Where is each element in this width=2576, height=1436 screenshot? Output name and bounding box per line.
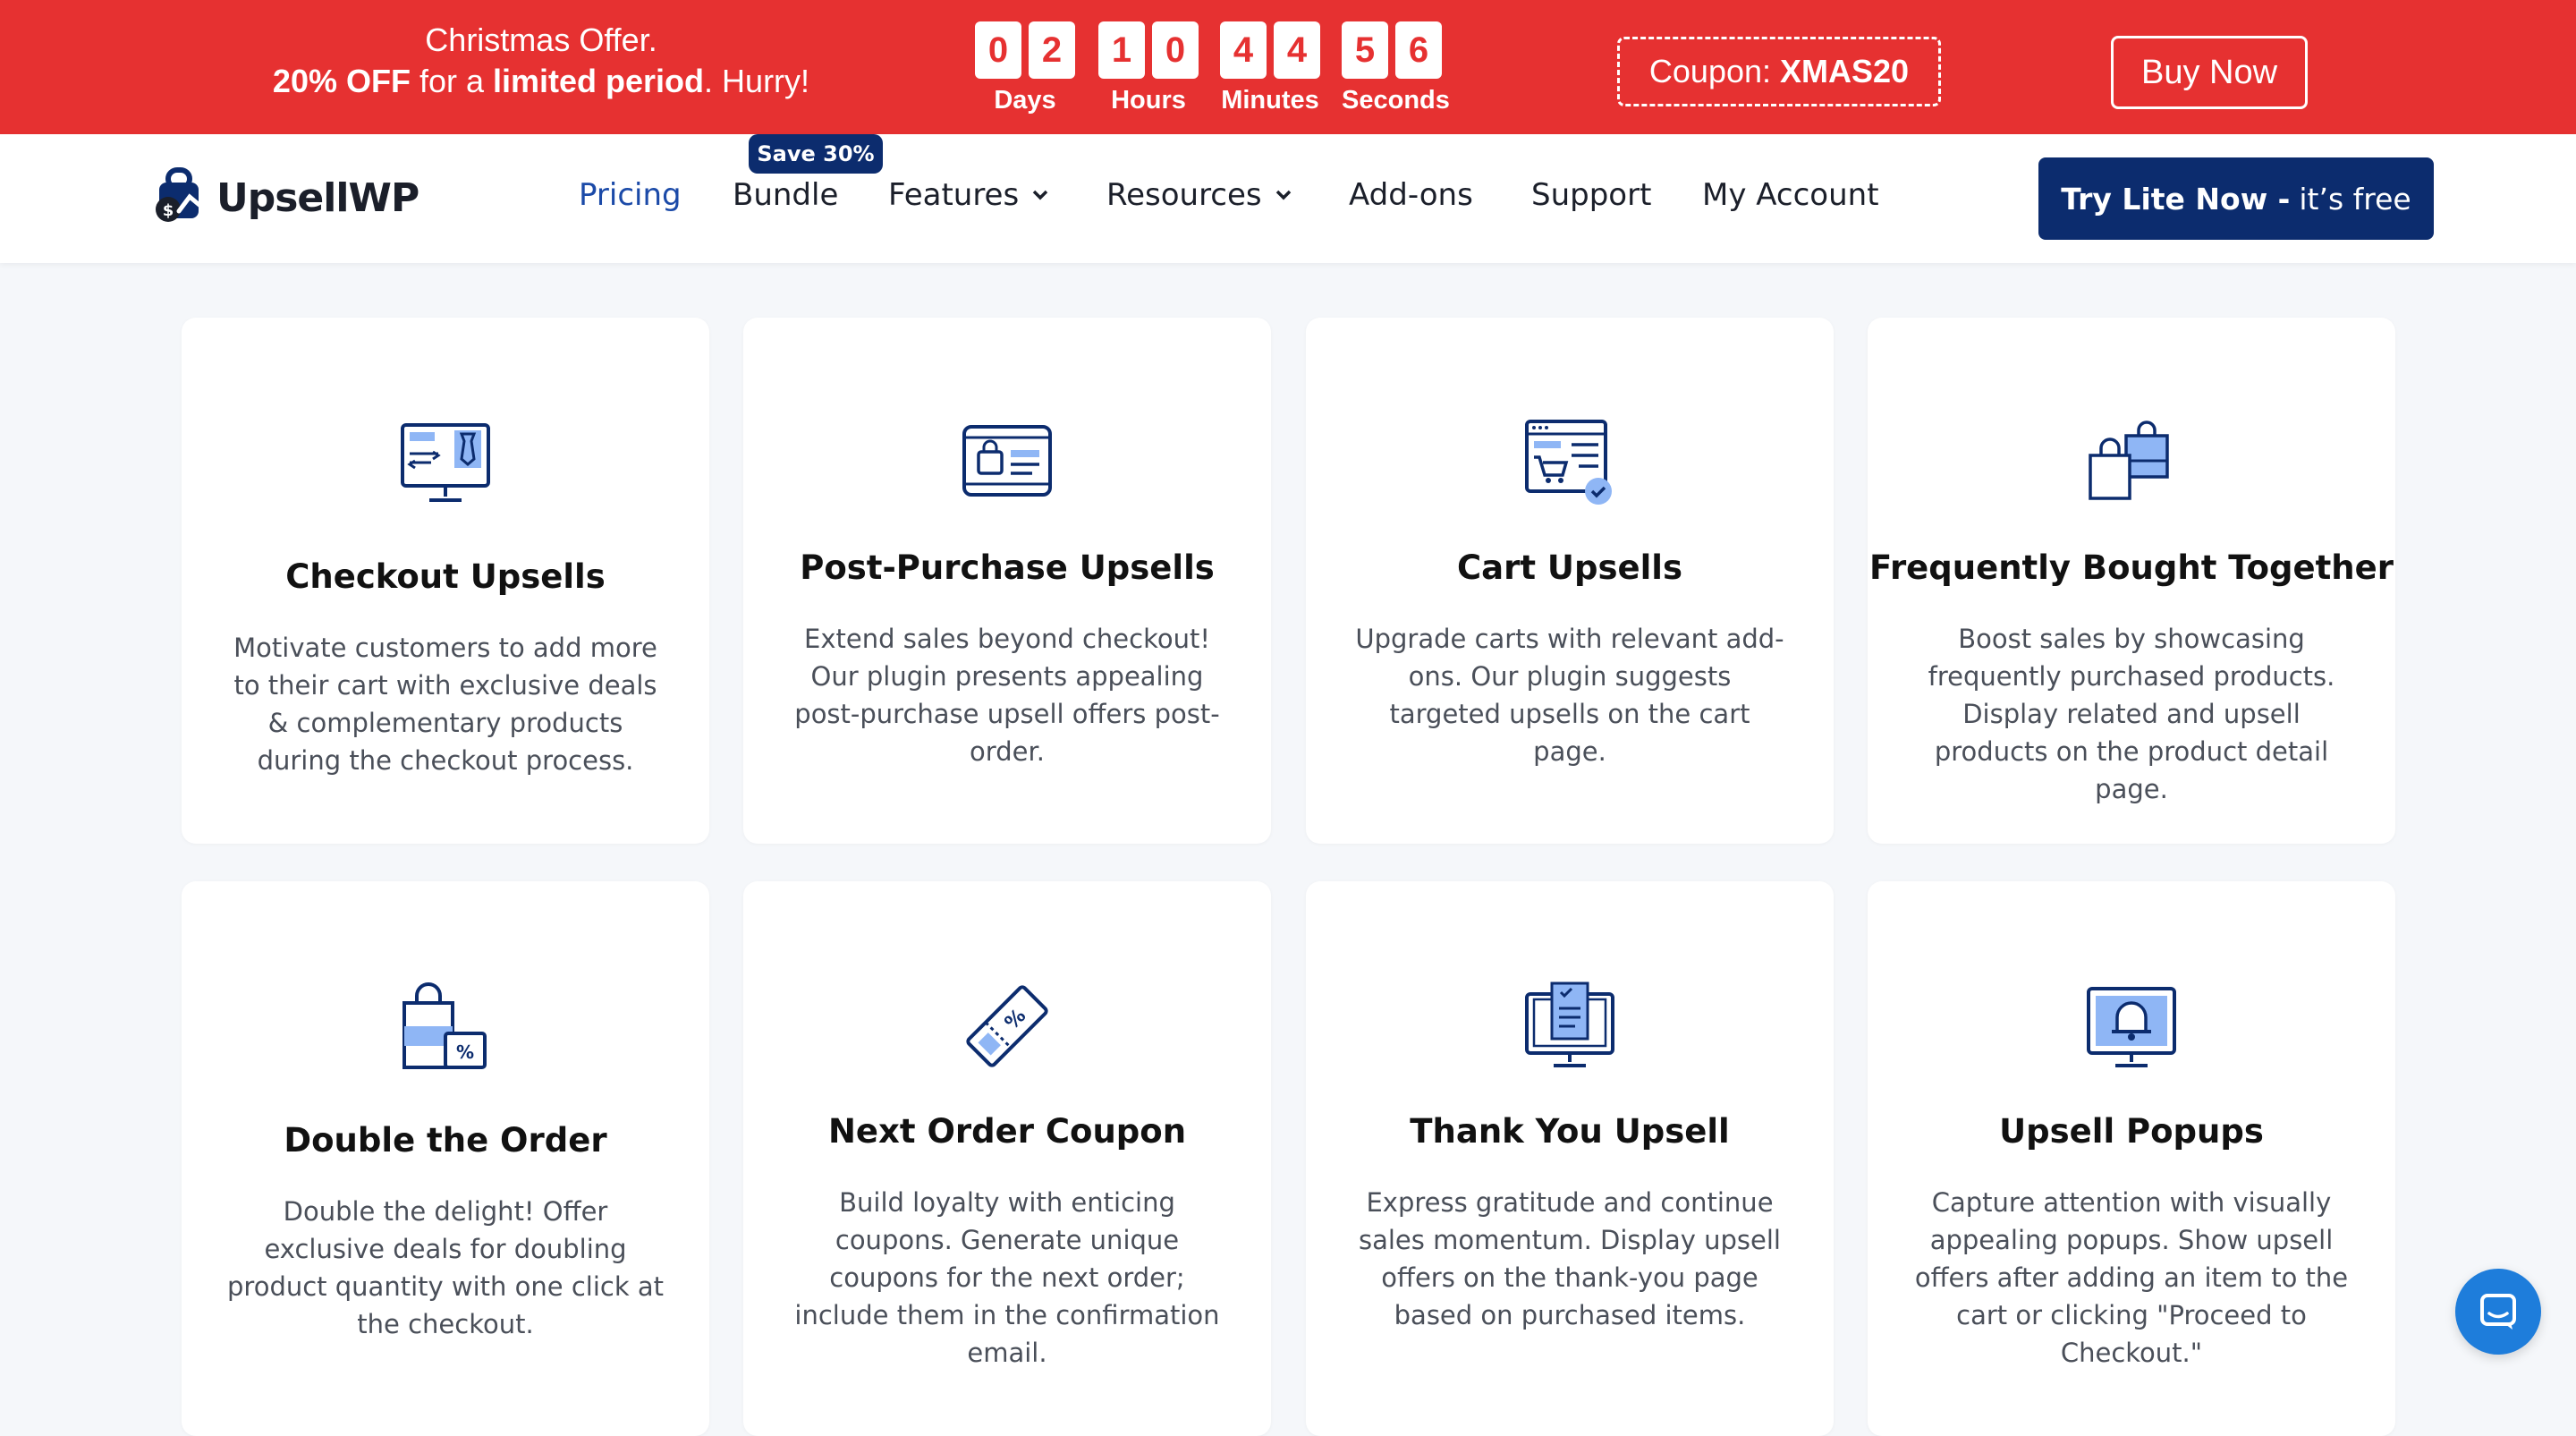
promo-bar: Christmas Offer. 20% OFF for a limited p…: [0, 0, 2576, 134]
card-title: Post-Purchase Upsells: [800, 548, 1215, 587]
countdown-digit: 0: [1152, 21, 1199, 79]
card-description: Build loyalty with enticing coupons. Gen…: [794, 1187, 1220, 1368]
feature-card-upsell-popups[interactable]: Upsell Popups Capture attention with vis…: [1868, 881, 2395, 1436]
monitor-checklist-icon: [1525, 981, 1614, 1067]
buy-now-button[interactable]: Buy Now: [2111, 36, 2308, 109]
promo-discount: 20% OFF: [272, 63, 411, 99]
countdown-hours: 1 0 Hours: [1098, 21, 1199, 115]
feature-card-next-order-coupon[interactable]: % Next Order Coupon Build loyalty with e…: [743, 881, 1271, 1436]
card-description: Express gratitude and continue sales mom…: [1359, 1187, 1781, 1330]
countdown-digit: 4: [1220, 21, 1267, 79]
feature-card-frequently-bought[interactable]: Frequently Bought Together Boost sales b…: [1868, 318, 2395, 844]
card-title: Cart Upsells: [1457, 548, 1682, 587]
countdown-label: Seconds: [1342, 86, 1450, 115]
bag-discount-icon: %: [402, 982, 487, 1069]
svg-text:$: $: [163, 201, 174, 220]
countdown-days: 0 2 Days: [975, 21, 1075, 115]
card-description: Capture attention with visually appealin…: [1914, 1187, 2349, 1368]
feature-card-thank-you-upsell[interactable]: Thank You Upsell Express gratitude and c…: [1306, 881, 1834, 1436]
feature-card-cart-upsells[interactable]: Cart Upsells Upgrade carts with relevant…: [1306, 318, 1834, 844]
feature-card-post-purchase[interactable]: Post-Purchase Upsells Extend sales beyon…: [743, 318, 1271, 844]
logo-text: UpsellWP: [216, 174, 419, 221]
try-lite-rest: it’s free: [2299, 181, 2411, 217]
nav-my-account[interactable]: My Account: [1702, 177, 1879, 213]
countdown-digit: 0: [975, 21, 1021, 79]
countdown-digit: 1: [1098, 21, 1145, 79]
try-lite-bold: Try Lite Now -: [2061, 181, 2291, 217]
chevron-down-icon: [1275, 189, 1292, 201]
nav-resources[interactable]: Resources: [1106, 177, 1292, 213]
card-description: Extend sales beyond checkout! Our plugin…: [794, 624, 1220, 767]
card-description: Upgrade carts with relevant add-ons. Our…: [1355, 624, 1784, 767]
countdown-label: Hours: [1111, 86, 1186, 115]
countdown-digit: 5: [1342, 21, 1388, 79]
nav-features[interactable]: Features: [888, 177, 1049, 213]
countdown-seconds: 5 6 Seconds: [1342, 21, 1450, 115]
countdown-label: Minutes: [1221, 86, 1319, 115]
svg-text:%: %: [456, 1041, 474, 1063]
cart-browser-icon: [1525, 420, 1612, 505]
promo-line-1: Christmas Offer.: [425, 21, 657, 58]
card-title: Next Order Coupon: [827, 1112, 1187, 1151]
promo-period: limited period: [493, 63, 705, 99]
nav-pricing[interactable]: Pricing: [579, 177, 682, 213]
promo-text: Christmas Offer. 20% OFF for a limited p…: [268, 20, 814, 102]
laptop-bag-icon: [962, 425, 1052, 497]
site-header: $ UpsellWP Save 30% Pricing Bundle Featu…: [0, 134, 2576, 263]
monitor-bell-icon: [2087, 987, 2176, 1067]
nav-features-label: Features: [888, 177, 1020, 213]
chat-icon: [2480, 1294, 2516, 1330]
card-description: Boost sales by showcasing frequently pur…: [1928, 624, 2335, 804]
card-description: Motivate customers to add more to their …: [233, 633, 657, 776]
feature-card-double-order[interactable]: % Double the Order Double the delight! O…: [182, 881, 709, 1436]
chevron-down-icon: [1031, 189, 1049, 201]
logo-icon: $: [156, 167, 203, 222]
nav-addons[interactable]: Add-ons: [1349, 177, 1473, 213]
promo-mid: for a: [410, 63, 494, 99]
card-title: Checkout Upsells: [285, 557, 606, 596]
checkout-monitor-icon: [401, 423, 490, 502]
promo-line-2: 20% OFF for a limited period. Hurry!: [268, 61, 814, 102]
card-title: Double the Order: [284, 1121, 607, 1160]
coupon-ticket-icon: %: [966, 985, 1048, 1067]
countdown-digit: 2: [1029, 21, 1075, 79]
try-lite-button[interactable]: Try Lite Now - it’s free: [2038, 157, 2434, 240]
countdown-label: Days: [994, 86, 1056, 115]
card-title: Upsell Popups: [1999, 1112, 2264, 1151]
nav-resources-label: Resources: [1106, 177, 1262, 213]
card-title: Thank You Upsell: [1410, 1112, 1730, 1151]
countdown-digit: 6: [1395, 21, 1442, 79]
countdown-minutes: 4 4 Minutes: [1220, 21, 1320, 115]
coupon-label: Coupon:: [1648, 53, 1772, 89]
chat-launcher-button[interactable]: [2455, 1269, 2541, 1355]
shopping-bags-icon: [2089, 421, 2169, 500]
feature-card-checkout-upsells[interactable]: Checkout Upsells Motivate customers to a…: [182, 318, 709, 844]
nav-support[interactable]: Support: [1531, 177, 1651, 213]
save-badge: Save 30%: [749, 134, 883, 174]
countdown-digit: 4: [1274, 21, 1320, 79]
nav-bundle[interactable]: Bundle: [733, 177, 838, 213]
logo[interactable]: $ UpsellWP: [148, 166, 419, 229]
card-description: Double the delight! Offer exclusive deal…: [227, 1196, 664, 1339]
coupon-code: XMAS20: [1780, 53, 1910, 89]
card-title: Frequently Bought Together: [1869, 548, 2394, 587]
coupon-box[interactable]: Coupon: XMAS20: [1617, 37, 1941, 106]
promo-end: . Hurry!: [704, 63, 810, 99]
